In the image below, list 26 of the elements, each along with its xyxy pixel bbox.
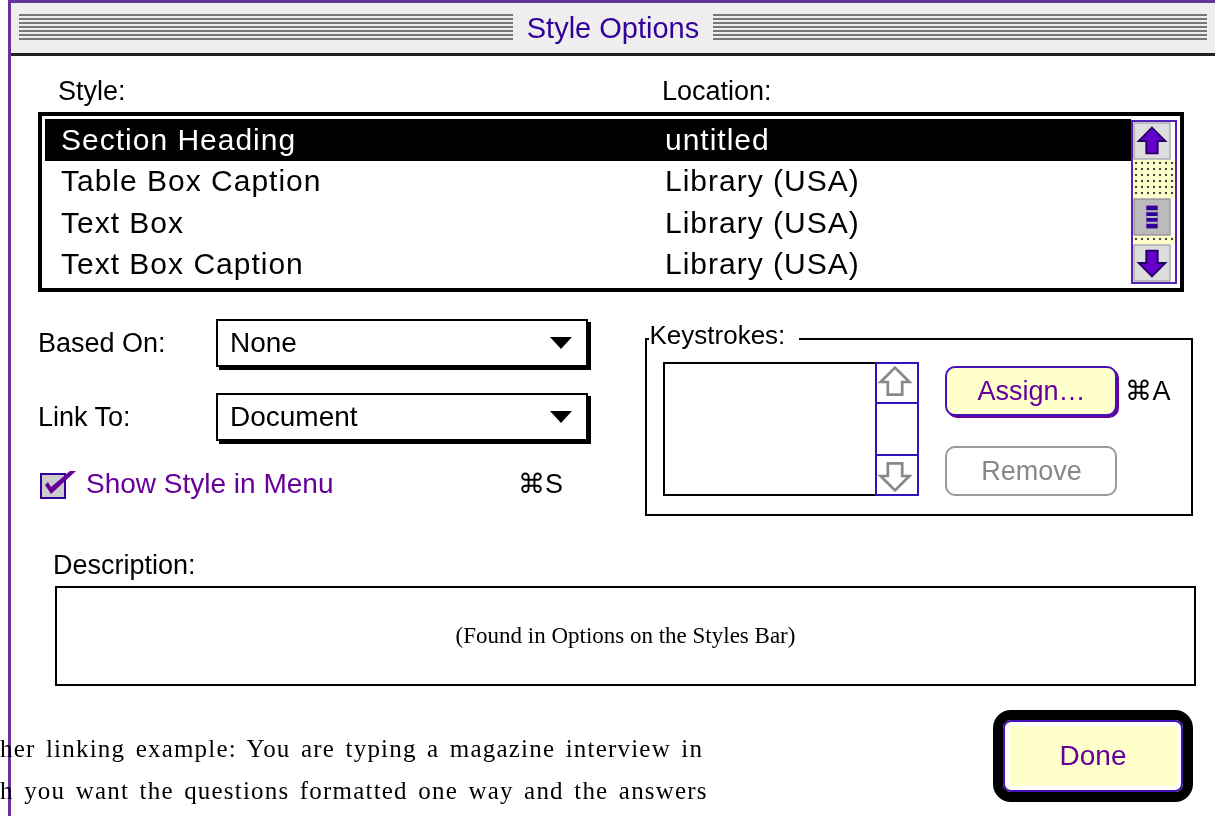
checkbox-label[interactable]: Show Style in Menu bbox=[86, 468, 518, 500]
field-label: Based On: bbox=[38, 327, 167, 359]
list-row[interactable]: Text Box Caption Library (USA) bbox=[45, 243, 1131, 285]
column-header: Location: bbox=[662, 76, 772, 108]
keystroke-button[interactable]: Assign… bbox=[945, 366, 1118, 416]
shortcut-text: ⌘A bbox=[1125, 375, 1171, 407]
caret-icon bbox=[550, 337, 572, 349]
list-row[interactable]: Table Box Caption Library (USA) bbox=[45, 160, 1131, 202]
scroll-track bbox=[1133, 160, 1175, 198]
caret-icon bbox=[550, 411, 572, 423]
description-text: (Found in Options on the Styles Bar) bbox=[455, 623, 796, 649]
scroll-thumb[interactable] bbox=[1133, 198, 1171, 236]
field-label: Description: bbox=[53, 550, 197, 582]
shortcut-text: ⌘S bbox=[518, 468, 563, 500]
window-title: Style Options bbox=[525, 11, 701, 45]
scroll-down-icon[interactable] bbox=[1133, 244, 1171, 282]
scroll-track bbox=[1133, 236, 1175, 244]
scroll-up-icon[interactable] bbox=[1133, 122, 1171, 160]
based-on-dropdown[interactable]: None bbox=[216, 319, 588, 367]
done-button[interactable]: Done bbox=[993, 710, 1193, 802]
scroll-bar[interactable] bbox=[1131, 120, 1177, 284]
link-to-dropdown[interactable]: Document bbox=[216, 393, 588, 441]
list-row[interactable]: Text Box Library (USA) bbox=[45, 202, 1131, 244]
field-label: Link To: bbox=[38, 401, 132, 433]
list-row[interactable]: Section Heading untitled bbox=[45, 119, 1131, 161]
column-header: Style: bbox=[58, 76, 127, 108]
